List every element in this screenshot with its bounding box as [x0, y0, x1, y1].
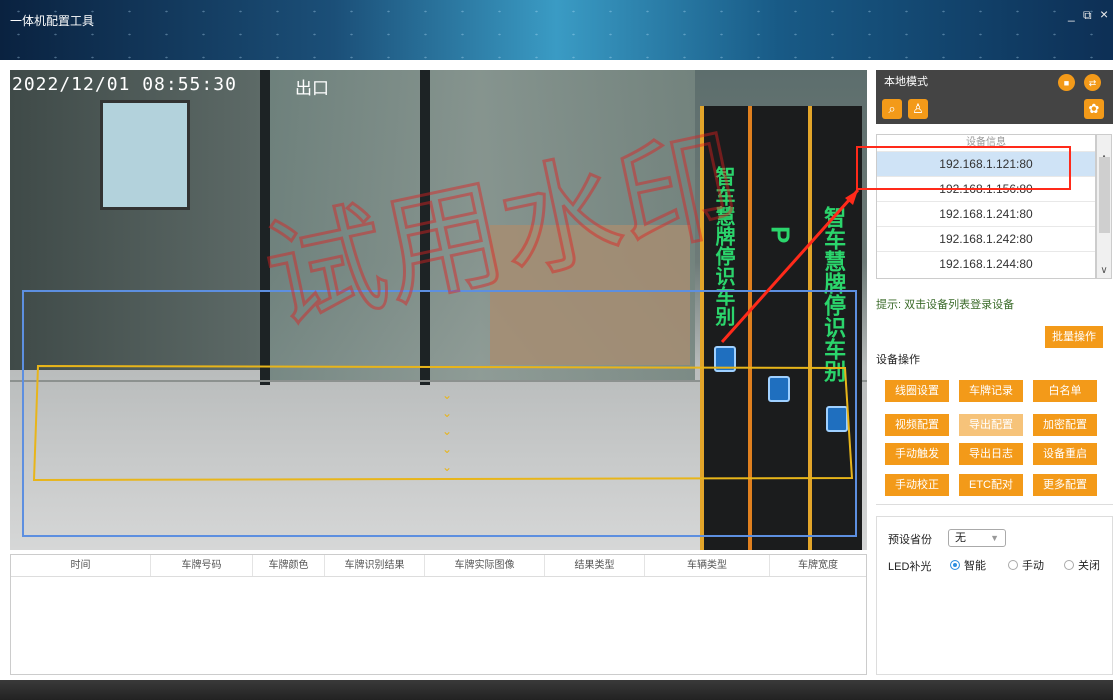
led-option-smart[interactable]: 智能	[950, 557, 986, 573]
manual-calibrate-button[interactable]: 手动校正	[885, 474, 949, 496]
direction-chevron-icon: ⌄	[442, 388, 453, 402]
device-list-scrollbar[interactable]: ∧ ∨	[1096, 134, 1112, 279]
video-config-button[interactable]: 视频配置	[885, 414, 949, 436]
led-option-label: 智能	[964, 560, 986, 572]
title-bar: 一体机配置工具 _ ⧉ ×	[0, 0, 1113, 60]
led-option-manual[interactable]: 手动	[1008, 557, 1044, 573]
batch-operation-button[interactable]: 批量操作	[1045, 326, 1103, 348]
column-header[interactable]: 车牌识别结果	[325, 555, 425, 576]
column-header[interactable]: 结果类型	[545, 555, 645, 576]
video-icon[interactable]: ■	[1058, 74, 1075, 91]
close-button[interactable]: ×	[1100, 6, 1108, 22]
direction-chevron-icon: ⌄	[442, 424, 453, 438]
mode-bar: 本地模式 ■ ⇄	[876, 70, 1113, 94]
restore-button[interactable]: ⧉	[1083, 8, 1092, 23]
device-restart-button[interactable]: 设备重启	[1033, 443, 1097, 465]
direction-chevron-icon: ⌄	[442, 442, 453, 456]
radio-selected-icon	[950, 560, 960, 570]
scroll-thumb[interactable]	[1099, 157, 1110, 233]
device-row[interactable]: 192.168.1.244:80	[877, 251, 1095, 276]
more-config-button[interactable]: 更多配置	[1033, 474, 1097, 496]
settings-icon[interactable]: ✿	[1084, 99, 1104, 119]
switch-icon[interactable]: ⇄	[1084, 74, 1101, 91]
search-icon[interactable]: ⌕	[882, 99, 902, 119]
right-panel: 本地模式 ■ ⇄ ⌕ ♙ ✿ 设备信息 192.168.1.121:80 192…	[856, 70, 1113, 675]
records-table-header: 时间 车牌号码 车牌颜色 车牌识别结果 车牌实际图像 结果类型 车辆类型 车牌宽…	[11, 555, 866, 577]
records-table[interactable]: 时间 车牌号码 车牌颜色 车牌识别结果 车牌实际图像 结果类型 车辆类型 车牌宽…	[10, 554, 867, 675]
device-row[interactable]: 192.168.1.242:80	[877, 226, 1095, 251]
direction-chevron-icon: ⌄	[442, 406, 453, 420]
export-log-button[interactable]: 导出日志	[959, 443, 1023, 465]
preset-province-label: 预设省份	[888, 534, 932, 546]
column-header[interactable]: 车牌颜色	[253, 555, 325, 576]
toolbar-row: ⌕ ♙ ✿	[876, 94, 1113, 124]
led-fill-label: LED补光	[888, 561, 932, 573]
footer-bar	[0, 680, 1113, 700]
radio-icon	[1008, 560, 1018, 570]
panel-divider	[876, 504, 1113, 505]
device-row[interactable]: 192.168.1.241:80	[877, 201, 1095, 226]
whitelist-button[interactable]: 白名单	[1033, 380, 1097, 402]
led-option-off[interactable]: 关闭	[1064, 557, 1100, 573]
user-search-icon[interactable]: ♙	[908, 99, 928, 119]
preset-province-select[interactable]: 无 ▼	[948, 529, 1006, 547]
column-header[interactable]: 车牌实际图像	[425, 555, 545, 576]
minimize-button[interactable]: _	[1068, 8, 1075, 22]
led-option-label: 手动	[1022, 560, 1044, 572]
manual-trigger-button[interactable]: 手动触发	[885, 443, 949, 465]
chevron-down-icon: ▼	[990, 533, 999, 543]
export-config-button: 导出配置	[959, 414, 1023, 436]
column-header[interactable]: 时间	[11, 555, 151, 576]
etc-pair-button[interactable]: ETC配对	[959, 474, 1023, 496]
window-title: 一体机配置工具	[10, 14, 95, 28]
preset-province-value: 无	[955, 532, 966, 544]
mode-label: 本地模式	[884, 76, 928, 88]
column-header[interactable]: 车牌宽度	[770, 555, 866, 576]
plate-records-button[interactable]: 车牌记录	[959, 380, 1023, 402]
video-preview[interactable]: 智车慧牌停识车别 P 智车慧牌停识车别 2022/12/01 08:55:30 …	[10, 70, 867, 550]
scroll-down-icon[interactable]: ∨	[1097, 265, 1111, 276]
column-header[interactable]: 车牌号码	[151, 555, 253, 576]
radio-icon	[1064, 560, 1074, 570]
direction-chevron-icon: ⌄	[442, 460, 453, 474]
device-list-hint: 提示: 双击设备列表登录设备	[876, 299, 1015, 311]
coil-settings-button[interactable]: 线圈设置	[885, 380, 949, 402]
encrypt-config-button[interactable]: 加密配置	[1033, 414, 1097, 436]
title-bar-background	[0, 0, 1113, 60]
led-option-label: 关闭	[1078, 560, 1100, 572]
column-header[interactable]: 车辆类型	[645, 555, 770, 576]
highlight-box	[856, 146, 1071, 190]
device-ops-title: 设备操作	[876, 354, 920, 366]
detection-area-inner[interactable]	[10, 70, 867, 550]
